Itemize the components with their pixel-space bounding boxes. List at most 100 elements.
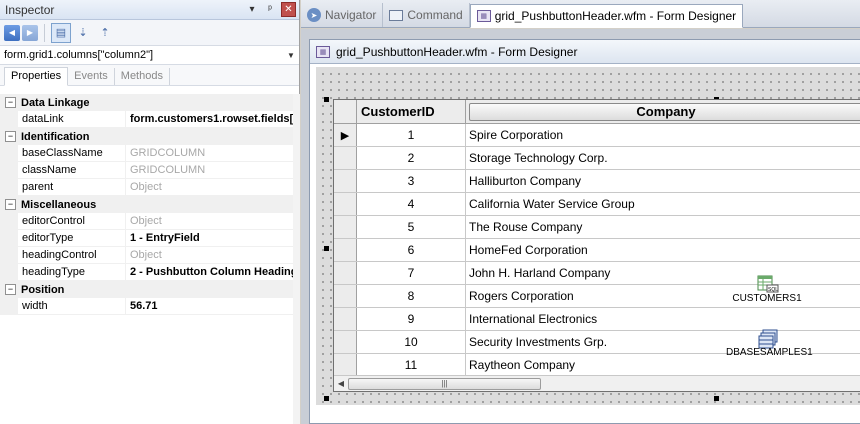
cell-customerid[interactable]: 5 xyxy=(357,216,466,238)
table-row[interactable]: 6 HomeFed Corporation xyxy=(334,239,860,262)
scroll-left-icon[interactable]: ◀ xyxy=(334,379,348,388)
property-value[interactable]: Object xyxy=(126,247,293,264)
tab-properties[interactable]: Properties xyxy=(4,67,69,86)
cell-customerid[interactable]: 4 xyxy=(357,193,466,215)
category-header[interactable]: − Position xyxy=(0,281,293,298)
cell-company[interactable]: California Water Service Group xyxy=(466,193,860,215)
property-row[interactable]: parent Object xyxy=(0,178,293,196)
selection-handle[interactable] xyxy=(324,396,329,401)
close-icon[interactable]: ✕ xyxy=(281,2,296,17)
cell-customerid[interactable]: 11 xyxy=(357,354,466,376)
dbasesamples1-component[interactable]: DBASESAMPLES1 xyxy=(726,329,813,358)
cell-customerid[interactable]: 2 xyxy=(357,147,466,169)
table-row[interactable]: 9 International Electronics xyxy=(334,308,860,331)
row-indicator[interactable] xyxy=(334,308,357,330)
selection-handle[interactable] xyxy=(324,97,329,102)
property-value[interactable]: 1 - EntryField xyxy=(126,230,293,247)
row-gutter xyxy=(0,229,18,247)
scroll-thumb[interactable]: ||| xyxy=(348,377,541,390)
cell-customerid[interactable]: 6 xyxy=(357,239,466,261)
cell-customerid[interactable]: 7 xyxy=(357,262,466,284)
cell-company[interactable]: International Electronics xyxy=(466,308,860,330)
row-indicator[interactable]: ▶ xyxy=(334,124,357,146)
property-row[interactable]: className GRIDCOLUMN xyxy=(0,161,293,179)
row-gutter xyxy=(0,297,18,315)
row-indicator[interactable] xyxy=(334,170,357,192)
company-header-button[interactable]: Company xyxy=(469,102,860,121)
selection-handle[interactable] xyxy=(324,246,329,251)
tab-form-designer[interactable]: ▦ grid_PushbuttonHeader.wfm - Form Desig… xyxy=(469,4,744,28)
back-arrow-icon[interactable]: ◀ xyxy=(4,24,20,41)
pin-icon[interactable]: ᵖ xyxy=(263,3,277,17)
collapse-toggle-icon[interactable]: − xyxy=(5,284,16,295)
table-row[interactable]: 2 Storage Technology Corp. xyxy=(334,147,860,170)
object-selector[interactable]: form.grid1.columns["column2"] ▼ xyxy=(0,46,299,65)
collapse-toggle-icon[interactable]: − xyxy=(5,97,16,108)
dropdown-icon[interactable]: ▾ xyxy=(245,3,259,17)
property-row[interactable]: width 56.71 xyxy=(0,297,293,315)
row-indicator[interactable] xyxy=(334,331,357,353)
cell-customerid[interactable]: 8 xyxy=(357,285,466,307)
header-customerid[interactable]: CustomerID xyxy=(357,100,466,123)
property-row[interactable]: baseClassName GRIDCOLUMN xyxy=(0,144,293,162)
sort-down-icon[interactable]: ⇣ xyxy=(73,23,93,43)
property-value[interactable]: GRIDCOLUMN xyxy=(126,162,293,179)
form-designer-title: grid_PushbuttonHeader.wfm - Form Designe… xyxy=(336,44,578,59)
row-indicator[interactable] xyxy=(334,285,357,307)
tab-events[interactable]: Events xyxy=(68,68,115,85)
row-gutter xyxy=(0,263,18,281)
property-row[interactable]: editorType 1 - EntryField xyxy=(0,229,293,247)
property-row[interactable]: dataLink form.customers1.rowset.fields[" xyxy=(0,110,293,128)
tab-command[interactable]: Command xyxy=(383,3,470,27)
sort-up-icon[interactable]: ⇡ xyxy=(95,23,115,43)
inspector-tabs: Properties Events Methods xyxy=(0,65,299,86)
cell-company[interactable]: HomeFed Corporation xyxy=(466,239,860,261)
sql-table-icon: SQL xyxy=(757,275,779,293)
forward-arrow-icon[interactable]: ▶ xyxy=(22,24,38,41)
property-value[interactable]: 2 - Pushbutton Column Heading xyxy=(126,264,293,281)
customers1-component[interactable]: SQL CUSTOMERS1 xyxy=(732,275,802,304)
row-indicator[interactable] xyxy=(334,147,357,169)
property-row[interactable]: editorControl Object xyxy=(0,212,293,230)
selection-handle[interactable] xyxy=(714,396,719,401)
row-indicator[interactable] xyxy=(334,216,357,238)
row-indicator[interactable] xyxy=(334,193,357,215)
cell-customerid[interactable]: 10 xyxy=(357,331,466,353)
categorized-view-icon[interactable]: ▤ xyxy=(51,22,71,43)
cell-company[interactable]: Storage Technology Corp. xyxy=(466,147,860,169)
property-row[interactable]: headingType 2 - Pushbutton Column Heading xyxy=(0,263,293,281)
collapse-toggle-icon[interactable]: − xyxy=(5,199,16,210)
cell-company[interactable]: Spire Corporation xyxy=(466,124,860,146)
cell-customerid[interactable]: 1 xyxy=(357,124,466,146)
cell-company[interactable]: The Rouse Company xyxy=(466,216,860,238)
category-header[interactable]: − Identification xyxy=(0,128,293,145)
table-row[interactable]: ▶ 1 Spire Corporation xyxy=(334,124,860,147)
property-value[interactable]: GRIDCOLUMN xyxy=(126,145,293,162)
table-row[interactable]: 3 Halliburton Company xyxy=(334,170,860,193)
cell-customerid[interactable]: 3 xyxy=(357,170,466,192)
row-indicator[interactable] xyxy=(334,239,357,261)
row-indicator[interactable] xyxy=(334,262,357,284)
tab-methods[interactable]: Methods xyxy=(115,68,170,85)
property-value[interactable]: 56.71 xyxy=(126,298,293,315)
row-indicator[interactable] xyxy=(334,354,357,376)
horizontal-scrollbar[interactable]: ◀ ||| xyxy=(334,375,860,391)
property-value[interactable]: Object xyxy=(126,179,293,196)
property-row[interactable]: headingControl Object xyxy=(0,246,293,264)
table-row[interactable]: 5 The Rouse Company xyxy=(334,216,860,239)
table-row[interactable]: 4 California Water Service Group xyxy=(334,193,860,216)
cell-customerid[interactable]: 9 xyxy=(357,308,466,330)
property-value[interactable]: form.customers1.rowset.fields[" xyxy=(126,111,293,128)
property-name: parent xyxy=(18,178,126,196)
category-header[interactable]: − Miscellaneous xyxy=(0,196,293,213)
property-value[interactable]: Object xyxy=(126,213,293,230)
vertical-scrollbar[interactable] xyxy=(293,94,300,424)
property-name: dataLink xyxy=(18,110,126,128)
chevron-down-icon[interactable]: ▼ xyxy=(287,51,299,60)
form-canvas[interactable]: CustomerID Company ▶ 1 Spire Corporation 2 S… xyxy=(316,67,860,405)
collapse-toggle-icon[interactable]: − xyxy=(5,131,16,142)
category-header[interactable]: − Data Linkage xyxy=(0,94,293,111)
tab-navigator[interactable]: ➤ Navigator xyxy=(301,3,384,27)
inspector-toolbar: ◀ ▶ ▤ ⇣ ⇡ xyxy=(0,20,299,46)
cell-company[interactable]: Halliburton Company xyxy=(466,170,860,192)
